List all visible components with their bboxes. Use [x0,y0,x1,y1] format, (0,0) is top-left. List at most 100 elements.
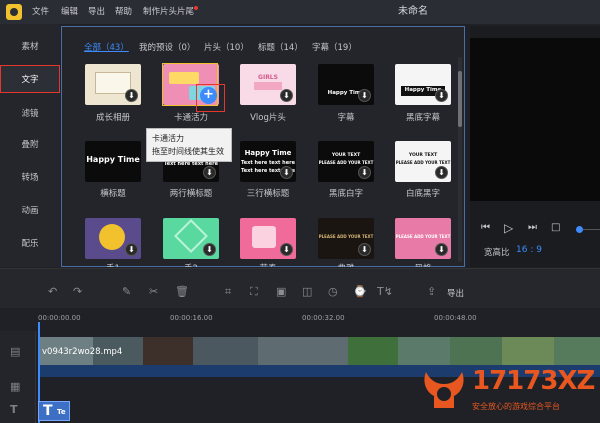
watermark-logo-icon [424,372,464,408]
nav-item-overlay[interactable]: 叠附 [0,131,60,159]
template-caption: 字幕 [337,113,355,123]
next-frame-icon[interactable]: ⏭ [528,222,537,233]
thumb-text: YOUR TEXT [408,153,438,158]
thumb-text: GIRLS [258,74,278,81]
nav-item-text[interactable]: 文字 [0,65,60,93]
tooltip-hint: 拖至时间线使其生效 [152,147,224,156]
template-thumb-black-subtitle[interactable]: Happy Time ⬇ [395,64,451,105]
menu-edit[interactable]: 编辑 [61,0,78,24]
template-caption: 节奏 [228,262,308,267]
ruler-tick: 00:00:32.00 [302,314,345,322]
download-icon[interactable]: ⬇ [203,166,216,179]
menu-file[interactable]: 文件 [32,0,49,24]
template-caption: 手1 [73,262,153,267]
thumb-text: PLEASE ADD YOUR TEXT [395,234,451,239]
volume-slider-knob[interactable] [576,226,583,233]
text-clip[interactable]: T Te [38,401,70,421]
menu-help[interactable]: 帮助 [115,0,132,24]
template-caption: 黑底白字 [328,189,363,199]
template-tooltip: 卡通活力 拖至时间线使其生效 [146,128,232,162]
template-caption: Vlog片头 [250,113,286,123]
template-caption: 三行横标题 [246,189,290,199]
highlight-box [196,84,225,112]
download-icon[interactable]: ⬇ [435,89,448,102]
download-icon[interactable]: ⬇ [280,89,293,102]
template-thumb-hand-1[interactable]: ⬇ [85,218,141,259]
template-caption: 卡通活力 [173,113,208,123]
download-icon[interactable]: ⬇ [435,243,448,256]
edit-toolbar [0,268,600,308]
nav-item-transition[interactable]: 转场 [0,164,60,192]
template-caption: 黑底字幕 [405,113,440,123]
nav-item-animation[interactable]: 动画 [0,197,60,225]
template-thumb-style[interactable]: PLEASE ADD YOUR TEXT ⬇ [395,218,451,259]
download-icon[interactable]: ⬇ [280,243,293,256]
template-thumb-white-on-black[interactable]: YOUR TEXT PLEASE ADD YOUR TEXT ⬇ [318,141,374,182]
download-icon[interactable]: ⬇ [358,89,371,102]
tooltip-title: 卡通活力 [152,134,184,143]
video-preview [470,38,600,201]
template-caption: 成长相册 [95,113,130,123]
template-thumb-black-on-white[interactable]: YOUR TEXT PLEASE ADD YOUR TEXT ⬇ [395,141,451,182]
download-icon[interactable]: ⬇ [358,166,371,179]
export-button[interactable]: 导出 [447,287,464,299]
speed-icon[interactable]: ◷ [328,285,338,298]
download-icon[interactable]: ⬇ [125,243,138,256]
download-icon[interactable]: ⬇ [280,166,293,179]
ruler-tick: 00:00:00.00 [38,314,81,322]
volume-slider-track[interactable] [583,229,600,230]
freeze-icon[interactable]: ◫ [302,285,312,298]
tab-intro[interactable]: 片头（10） [204,41,249,53]
aspect-ratio-label: 宽高比 [484,248,510,258]
template-caption: 两行横标题 [169,189,213,199]
template-thumb-elegant[interactable]: PLEASE ADD YOUR TEXT ⬇ [318,218,374,259]
undo-icon[interactable]: ↶ [48,285,57,298]
download-icon[interactable]: ⬇ [125,89,138,102]
text-track-icon: T [10,403,18,416]
tab-my-presets[interactable]: 我的预设（0） [139,41,195,53]
template-thumb-horizontal-title[interactable]: Happy Time [85,141,141,182]
template-caption: 白底黑字 [405,189,440,199]
duration-icon[interactable]: ⌚ [353,285,367,298]
menu-make-intro-outro[interactable]: 制作片头片尾 [143,0,194,24]
download-icon[interactable]: ⬇ [358,243,371,256]
template-thumb-vlog-intro[interactable]: GIRLS ⬇ [240,64,296,105]
crop-icon[interactable]: ⌗ [225,285,231,299]
template-thumb-subtitle[interactable]: Happy Time ⬇ [318,64,374,105]
download-icon[interactable]: ⬇ [435,166,448,179]
text-clip-small: Te [57,408,66,416]
tab-all[interactable]: 全部（43） [84,41,129,53]
template-thumb-three-line-title[interactable]: Happy Time Text here text here Text here… [240,141,296,182]
nav-item-material[interactable]: 素材 [0,33,60,61]
watermark-brand: 17173XZ [472,366,595,396]
pen-icon[interactable]: ✎ [122,285,131,298]
mosaic-icon[interactable]: ▣ [276,285,286,298]
stop-icon[interactable]: □ [551,222,560,233]
timeline-ruler[interactable] [0,309,600,331]
play-icon[interactable]: ▷ [504,221,513,235]
ruler-tick: 00:00:48.00 [434,314,477,322]
template-thumb-growth-album[interactable]: ⬇ [85,64,141,105]
nav-item-music[interactable]: 配乐 [0,230,60,258]
menu-export[interactable]: 导出 [88,0,105,24]
template-thumb-rhythm[interactable]: ⬇ [240,218,296,259]
zoom-icon[interactable]: ⛶ [250,285,258,299]
redo-icon[interactable]: ↷ [73,285,82,298]
text-clip-big: T [43,403,53,419]
download-icon[interactable]: ⬇ [203,243,216,256]
export-icon[interactable]: ⇪ [427,285,436,298]
ruler-tick: 00:00:16.00 [170,314,213,322]
template-caption: 典雅 [306,262,386,267]
thumb-sub-text: PLEASE ADD YOUR TEXT [395,160,451,165]
prev-frame-icon[interactable]: ⏮ [481,222,490,233]
template-caption: 风格 [383,262,463,267]
cut-icon[interactable]: ✂ [149,285,158,298]
tab-subtitle[interactable]: 字幕（19） [312,41,357,53]
voice-to-text-icon[interactable]: T↯ [377,285,393,298]
tab-title[interactable]: 标题（14） [258,41,303,53]
delete-icon[interactable]: 🗑 [175,285,189,298]
aspect-ratio-select[interactable]: 16 : 9 [516,245,542,255]
template-thumb-hand-2[interactable]: ⬇ [163,218,219,259]
watermark-subtitle: 安全放心的游戏综合平台 [472,402,560,411]
nav-item-filter[interactable]: 滤镜 [0,100,60,128]
